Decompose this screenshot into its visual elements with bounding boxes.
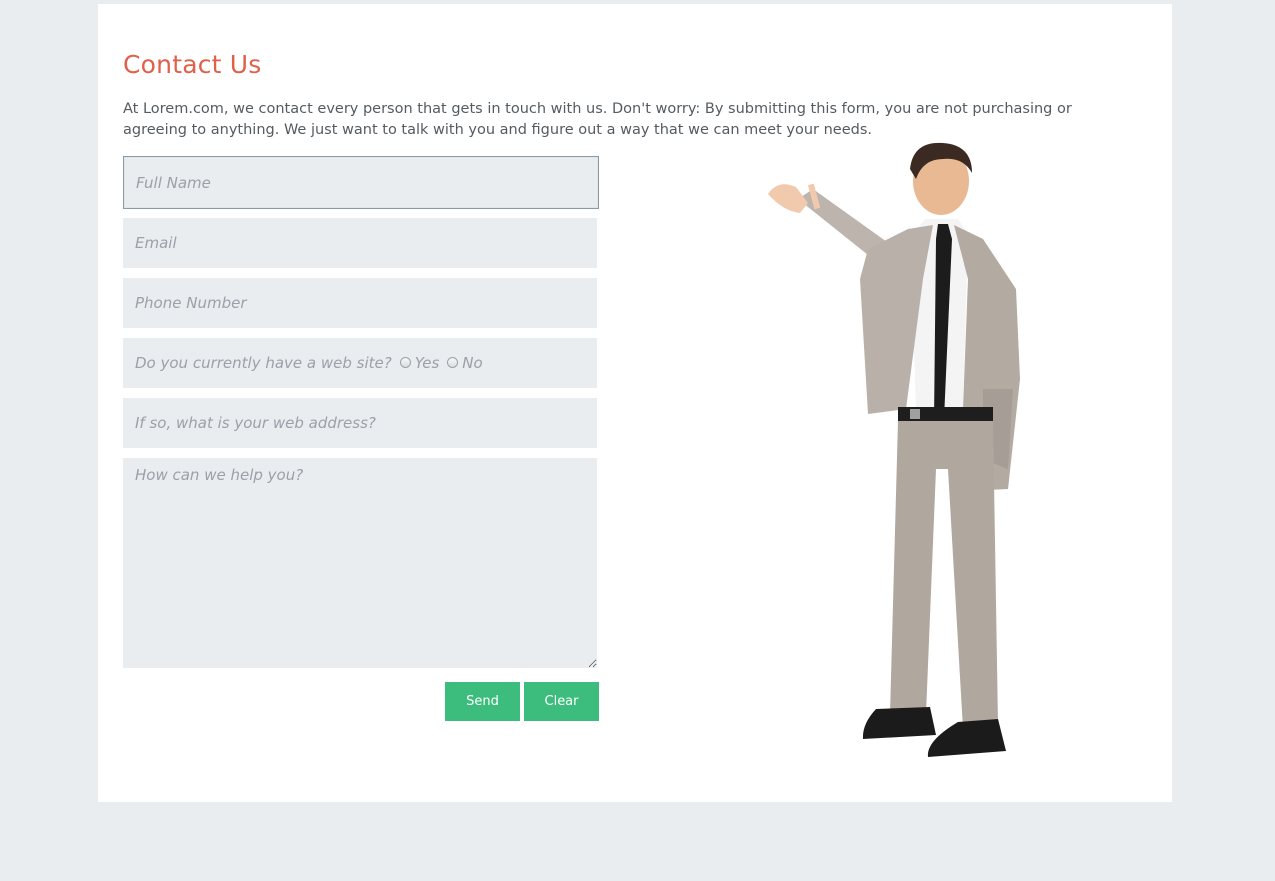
phone-input[interactable] [123, 278, 597, 328]
businessman-presenting-illustration [768, 142, 1020, 757]
clear-button[interactable]: Clear [524, 682, 599, 721]
page-title: Contact Us [123, 50, 262, 79]
website-no-radio[interactable] [447, 356, 459, 368]
intro-text: At Lorem.com, we contact every person th… [123, 101, 1072, 138]
send-button[interactable]: Send [445, 682, 520, 721]
website-no-label[interactable]: No [462, 354, 482, 372]
full-name-input[interactable] [123, 156, 599, 209]
website-yes-radio[interactable] [399, 356, 411, 368]
email-input[interactable] [123, 218, 597, 268]
web-address-input[interactable] [123, 398, 597, 448]
message-textarea[interactable] [123, 458, 597, 668]
website-question-label: Do you currently have a web site? [135, 354, 392, 372]
website-yes-label[interactable]: Yes [415, 354, 440, 372]
website-question-row: Do you currently have a web site? Yes No [123, 338, 597, 388]
contact-card: Contact Us At Lorem.com, we contact ever… [98, 4, 1172, 802]
